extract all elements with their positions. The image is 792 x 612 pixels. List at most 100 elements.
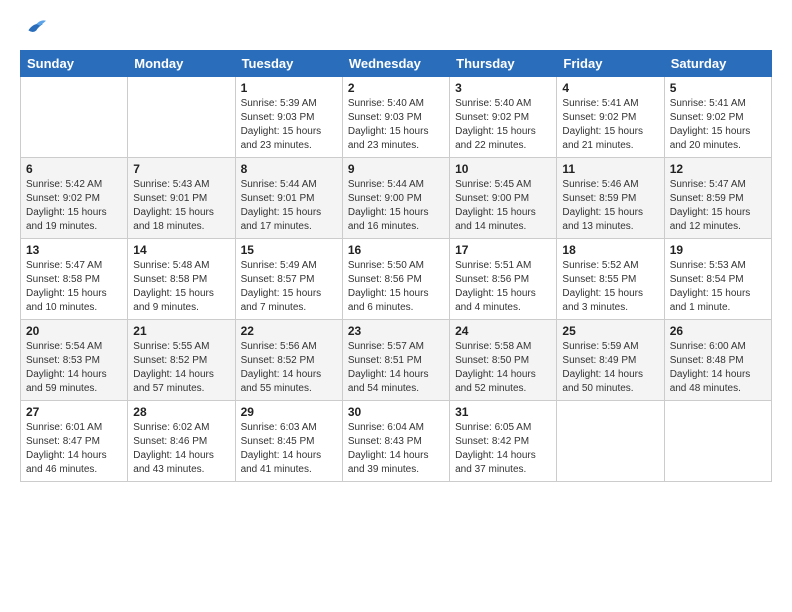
day-number: 10 [455, 162, 551, 176]
cell-info: Sunrise: 6:03 AMSunset: 8:45 PMDaylight:… [241, 421, 337, 477]
weekday-header: Sunday [21, 51, 128, 77]
day-number: 31 [455, 405, 551, 419]
calendar-cell: 24 Sunrise: 5:58 AMSunset: 8:50 PMDaylig… [450, 320, 557, 401]
cell-info: Sunrise: 5:44 AMSunset: 9:00 PMDaylight:… [348, 178, 444, 234]
cell-info: Sunrise: 5:55 AMSunset: 8:52 PMDaylight:… [133, 340, 229, 396]
cell-info: Sunrise: 5:51 AMSunset: 8:56 PMDaylight:… [455, 259, 551, 315]
calendar-cell: 23 Sunrise: 5:57 AMSunset: 8:51 PMDaylig… [342, 320, 449, 401]
day-number: 27 [26, 405, 122, 419]
page: SundayMondayTuesdayWednesdayThursdayFrid… [0, 0, 792, 502]
calendar-cell: 30 Sunrise: 6:04 AMSunset: 8:43 PMDaylig… [342, 401, 449, 482]
day-number: 22 [241, 324, 337, 338]
day-number: 28 [133, 405, 229, 419]
day-number: 12 [670, 162, 766, 176]
cell-info: Sunrise: 5:45 AMSunset: 9:00 PMDaylight:… [455, 178, 551, 234]
calendar-cell: 25 Sunrise: 5:59 AMSunset: 8:49 PMDaylig… [557, 320, 664, 401]
calendar-cell: 15 Sunrise: 5:49 AMSunset: 8:57 PMDaylig… [235, 239, 342, 320]
cell-info: Sunrise: 5:56 AMSunset: 8:52 PMDaylight:… [241, 340, 337, 396]
day-number: 11 [562, 162, 658, 176]
weekday-header: Monday [128, 51, 235, 77]
day-number: 3 [455, 81, 551, 95]
calendar-cell: 28 Sunrise: 6:02 AMSunset: 8:46 PMDaylig… [128, 401, 235, 482]
cell-info: Sunrise: 5:39 AMSunset: 9:03 PMDaylight:… [241, 97, 337, 153]
calendar-cell: 8 Sunrise: 5:44 AMSunset: 9:01 PMDayligh… [235, 158, 342, 239]
cell-info: Sunrise: 5:58 AMSunset: 8:50 PMDaylight:… [455, 340, 551, 396]
header [20, 16, 772, 40]
day-number: 7 [133, 162, 229, 176]
calendar-cell: 29 Sunrise: 6:03 AMSunset: 8:45 PMDaylig… [235, 401, 342, 482]
cell-info: Sunrise: 5:47 AMSunset: 8:58 PMDaylight:… [26, 259, 122, 315]
cell-info: Sunrise: 5:49 AMSunset: 8:57 PMDaylight:… [241, 259, 337, 315]
calendar-cell: 18 Sunrise: 5:52 AMSunset: 8:55 PMDaylig… [557, 239, 664, 320]
day-number: 5 [670, 81, 766, 95]
weekday-header: Friday [557, 51, 664, 77]
weekday-header: Tuesday [235, 51, 342, 77]
cell-info: Sunrise: 5:53 AMSunset: 8:54 PMDaylight:… [670, 259, 766, 315]
calendar-cell: 4 Sunrise: 5:41 AMSunset: 9:02 PMDayligh… [557, 77, 664, 158]
day-number: 2 [348, 81, 444, 95]
calendar-cell [21, 77, 128, 158]
day-number: 30 [348, 405, 444, 419]
day-number: 29 [241, 405, 337, 419]
day-number: 26 [670, 324, 766, 338]
calendar-cell: 26 Sunrise: 6:00 AMSunset: 8:48 PMDaylig… [664, 320, 771, 401]
calendar: SundayMondayTuesdayWednesdayThursdayFrid… [20, 50, 772, 482]
calendar-cell: 12 Sunrise: 5:47 AMSunset: 8:59 PMDaylig… [664, 158, 771, 239]
cell-info: Sunrise: 5:41 AMSunset: 9:02 PMDaylight:… [670, 97, 766, 153]
day-number: 13 [26, 243, 122, 257]
calendar-cell: 16 Sunrise: 5:50 AMSunset: 8:56 PMDaylig… [342, 239, 449, 320]
day-number: 18 [562, 243, 658, 257]
day-number: 6 [26, 162, 122, 176]
cell-info: Sunrise: 5:57 AMSunset: 8:51 PMDaylight:… [348, 340, 444, 396]
calendar-week-row: 13 Sunrise: 5:47 AMSunset: 8:58 PMDaylig… [21, 239, 772, 320]
calendar-cell: 7 Sunrise: 5:43 AMSunset: 9:01 PMDayligh… [128, 158, 235, 239]
weekday-header: Wednesday [342, 51, 449, 77]
calendar-cell [557, 401, 664, 482]
weekday-header: Saturday [664, 51, 771, 77]
day-number: 14 [133, 243, 229, 257]
calendar-cell: 11 Sunrise: 5:46 AMSunset: 8:59 PMDaylig… [557, 158, 664, 239]
cell-info: Sunrise: 5:44 AMSunset: 9:01 PMDaylight:… [241, 178, 337, 234]
day-number: 17 [455, 243, 551, 257]
calendar-cell: 22 Sunrise: 5:56 AMSunset: 8:52 PMDaylig… [235, 320, 342, 401]
day-number: 1 [241, 81, 337, 95]
calendar-cell: 1 Sunrise: 5:39 AMSunset: 9:03 PMDayligh… [235, 77, 342, 158]
cell-info: Sunrise: 5:48 AMSunset: 8:58 PMDaylight:… [133, 259, 229, 315]
cell-info: Sunrise: 6:02 AMSunset: 8:46 PMDaylight:… [133, 421, 229, 477]
logo [20, 16, 46, 40]
day-number: 15 [241, 243, 337, 257]
day-number: 23 [348, 324, 444, 338]
day-number: 24 [455, 324, 551, 338]
cell-info: Sunrise: 5:40 AMSunset: 9:03 PMDaylight:… [348, 97, 444, 153]
cell-info: Sunrise: 5:50 AMSunset: 8:56 PMDaylight:… [348, 259, 444, 315]
cell-info: Sunrise: 5:40 AMSunset: 9:02 PMDaylight:… [455, 97, 551, 153]
calendar-cell: 13 Sunrise: 5:47 AMSunset: 8:58 PMDaylig… [21, 239, 128, 320]
logo-bird-icon [22, 16, 46, 40]
cell-info: Sunrise: 5:41 AMSunset: 9:02 PMDaylight:… [562, 97, 658, 153]
cell-info: Sunrise: 5:54 AMSunset: 8:53 PMDaylight:… [26, 340, 122, 396]
calendar-cell [128, 77, 235, 158]
cell-info: Sunrise: 6:05 AMSunset: 8:42 PMDaylight:… [455, 421, 551, 477]
cell-info: Sunrise: 6:01 AMSunset: 8:47 PMDaylight:… [26, 421, 122, 477]
calendar-header-row: SundayMondayTuesdayWednesdayThursdayFrid… [21, 51, 772, 77]
calendar-week-row: 20 Sunrise: 5:54 AMSunset: 8:53 PMDaylig… [21, 320, 772, 401]
day-number: 16 [348, 243, 444, 257]
calendar-cell: 21 Sunrise: 5:55 AMSunset: 8:52 PMDaylig… [128, 320, 235, 401]
calendar-cell: 10 Sunrise: 5:45 AMSunset: 9:00 PMDaylig… [450, 158, 557, 239]
cell-info: Sunrise: 6:04 AMSunset: 8:43 PMDaylight:… [348, 421, 444, 477]
day-number: 20 [26, 324, 122, 338]
cell-info: Sunrise: 5:43 AMSunset: 9:01 PMDaylight:… [133, 178, 229, 234]
calendar-cell: 2 Sunrise: 5:40 AMSunset: 9:03 PMDayligh… [342, 77, 449, 158]
calendar-cell: 17 Sunrise: 5:51 AMSunset: 8:56 PMDaylig… [450, 239, 557, 320]
day-number: 19 [670, 243, 766, 257]
day-number: 25 [562, 324, 658, 338]
calendar-cell: 14 Sunrise: 5:48 AMSunset: 8:58 PMDaylig… [128, 239, 235, 320]
day-number: 4 [562, 81, 658, 95]
cell-info: Sunrise: 5:42 AMSunset: 9:02 PMDaylight:… [26, 178, 122, 234]
cell-info: Sunrise: 5:47 AMSunset: 8:59 PMDaylight:… [670, 178, 766, 234]
calendar-cell: 31 Sunrise: 6:05 AMSunset: 8:42 PMDaylig… [450, 401, 557, 482]
cell-info: Sunrise: 5:52 AMSunset: 8:55 PMDaylight:… [562, 259, 658, 315]
calendar-cell: 19 Sunrise: 5:53 AMSunset: 8:54 PMDaylig… [664, 239, 771, 320]
weekday-header: Thursday [450, 51, 557, 77]
cell-info: Sunrise: 6:00 AMSunset: 8:48 PMDaylight:… [670, 340, 766, 396]
